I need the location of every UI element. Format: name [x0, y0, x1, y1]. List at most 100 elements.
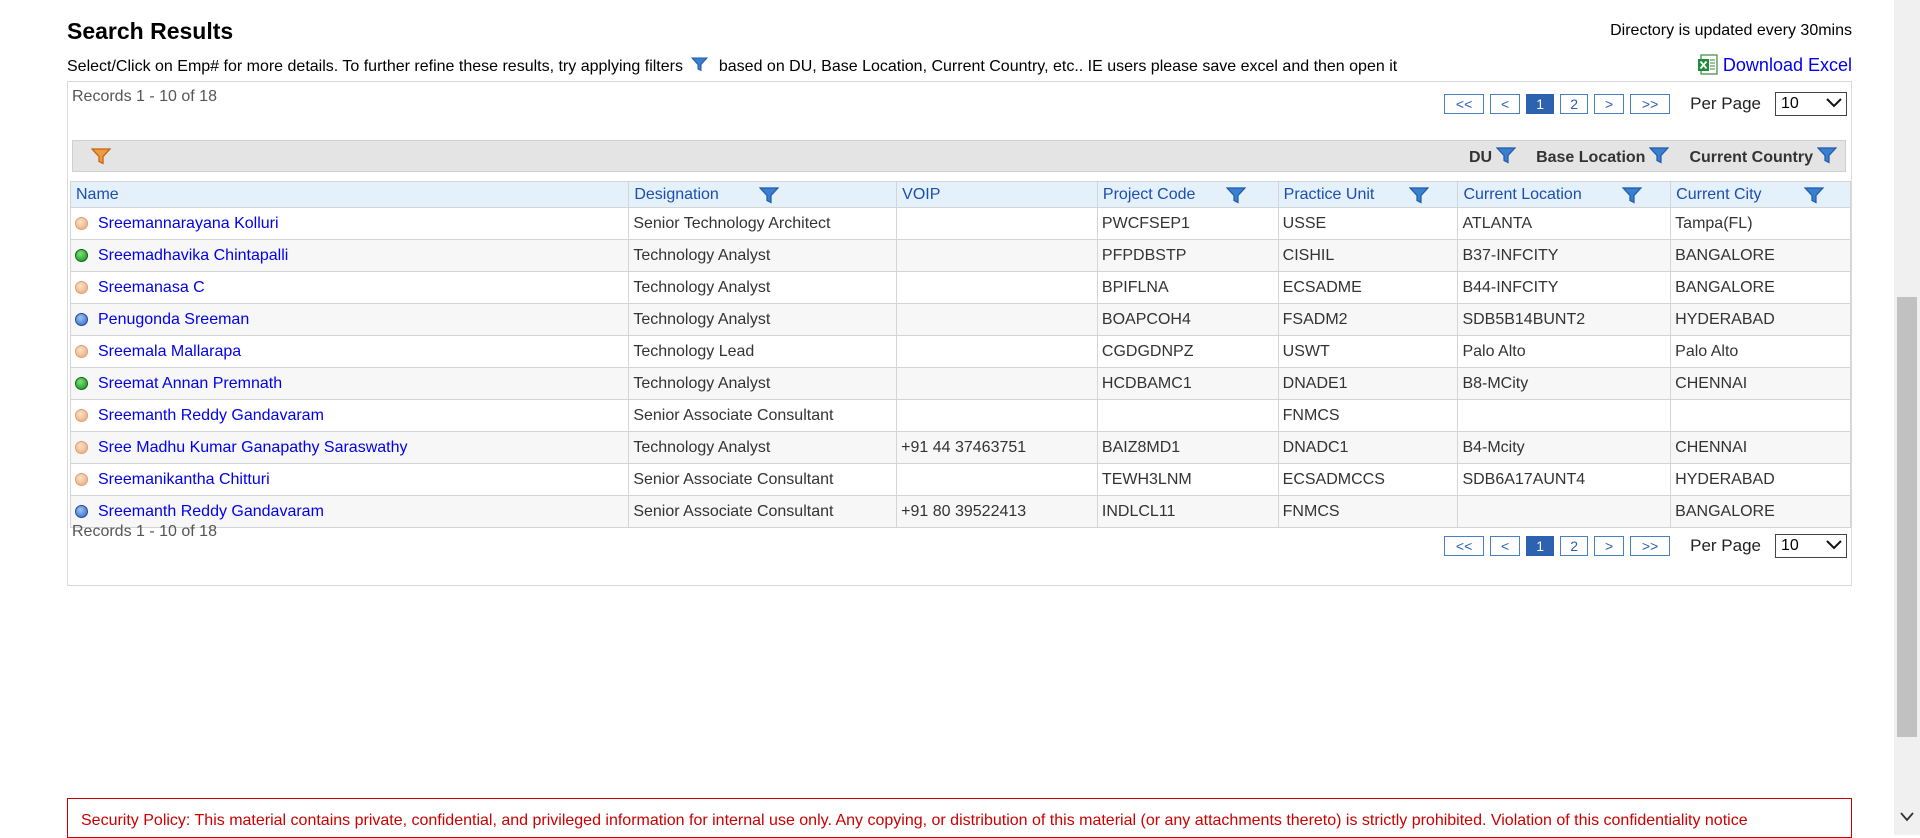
- current-city-cell: HYDERABAD: [1670, 463, 1851, 496]
- table-row: Sreemanikantha Chitturi Senior Associate …: [69, 463, 1851, 496]
- current-location-cell: [1457, 399, 1672, 432]
- employee-name-link[interactable]: Sreemanth Reddy Gandavaram: [98, 503, 324, 520]
- designation-cell: Senior Associate Consultant: [628, 463, 898, 496]
- project-code-cell: TEWH3LNM: [1096, 463, 1279, 496]
- filter-base-location-label: Base Location: [1536, 149, 1646, 166]
- voip-cell: [896, 367, 1098, 400]
- name-cell: Sreemanasa C: [69, 271, 630, 304]
- employee-name-link[interactable]: Sreemannarayana Kolluri: [98, 215, 279, 232]
- column-header-designation[interactable]: Designation: [628, 181, 898, 209]
- current-location-cell: B44-INFCITY: [1457, 271, 1672, 304]
- page-2-button[interactable]: 2: [1560, 536, 1589, 556]
- column-header-project-code[interactable]: Project Code: [1096, 181, 1279, 209]
- employee-name-link[interactable]: Sreemanasa C: [98, 279, 205, 296]
- practice-unit-cell: FNMCS: [1277, 399, 1459, 432]
- employee-name-link[interactable]: Sreemanikantha Chitturi: [98, 471, 270, 488]
- records-count-bottom: Records 1 - 10 of 18: [72, 523, 217, 540]
- filter-icon[interactable]: [1408, 187, 1430, 209]
- voip-cell: +91 80 39522413: [896, 495, 1098, 528]
- prev-page-button[interactable]: <: [1490, 536, 1521, 556]
- employee-name-link[interactable]: Penugonda Sreeman: [98, 311, 249, 328]
- table-row: Sreemanth Reddy Gandavaram Senior Associa…: [69, 495, 1851, 528]
- page-1-button[interactable]: 1: [1526, 536, 1555, 556]
- table-row: Sreemannarayana Kolluri Senior Technology…: [69, 207, 1851, 240]
- name-cell: Sreemanth Reddy Gandavaram: [69, 399, 630, 432]
- employee-name-link[interactable]: Sreemat Annan Premnath: [98, 375, 282, 392]
- column-header-label: VOIP: [902, 185, 941, 203]
- current-location-cell: [1457, 495, 1672, 528]
- results-table-body: Sreemannarayana Kolluri Senior Technology…: [69, 207, 1851, 528]
- records-count-top: Records 1 - 10 of 18: [72, 88, 217, 105]
- voip-cell: [896, 335, 1098, 368]
- current-city-cell: [1670, 399, 1851, 432]
- project-code-cell: PWCFSEP1: [1096, 207, 1279, 240]
- name-cell: Sree Madhu Kumar Ganapathy Saraswathy: [69, 431, 630, 464]
- per-page-select[interactable]: 10: [1775, 534, 1847, 558]
- per-page-select[interactable]: 10: [1775, 92, 1847, 116]
- presence-status-icon: [75, 312, 88, 326]
- table-row: Sreemat Annan Premnath Technology Analyst…: [69, 367, 1851, 400]
- designation-cell: Technology Analyst: [628, 303, 898, 336]
- filter-icon[interactable]: [758, 187, 780, 209]
- table-row: Sreemanasa C Technology Analyst BPIFLNA ECS…: [69, 271, 1851, 304]
- prev-page-button[interactable]: <: [1490, 94, 1521, 114]
- page-2-button[interactable]: 2: [1560, 94, 1589, 114]
- presence-status-icon: [75, 504, 88, 518]
- project-code-cell: HCDBAMC1: [1096, 367, 1279, 400]
- column-header-label: Name: [76, 185, 119, 203]
- page-1-button[interactable]: 1: [1526, 94, 1555, 114]
- column-header-label: Project Code: [1102, 185, 1196, 203]
- results-panel: Records 1 - 10 of 18 << < 1 2 > >> Per P…: [67, 81, 1852, 586]
- directory-updated-note: Directory is updated every 30mins: [1610, 22, 1852, 39]
- current-location-cell: SDB5B14BUNT2: [1457, 303, 1672, 336]
- next-page-button[interactable]: >: [1594, 536, 1625, 556]
- column-header-voip[interactable]: VOIP: [896, 181, 1098, 208]
- voip-cell: [896, 303, 1098, 336]
- table-row: Sreemadhavika Chintapalli Technology Anal…: [69, 239, 1851, 272]
- scrollbar-thumb[interactable]: [1897, 297, 1917, 737]
- filter-base-location[interactable]: Base Location: [1536, 147, 1670, 169]
- column-header-name[interactable]: Name: [69, 181, 630, 208]
- filter-bar: DU Base Location Current Country: [72, 140, 1846, 172]
- project-code-cell: PFPDBSTP: [1096, 239, 1279, 272]
- voip-cell: [896, 207, 1098, 240]
- column-header-current-location[interactable]: Current Location: [1457, 181, 1672, 209]
- next-page-button[interactable]: >: [1594, 94, 1625, 114]
- download-excel-button[interactable]: Download Excel: [1697, 54, 1852, 76]
- designation-cell: Technology Analyst: [628, 271, 898, 304]
- table-row: Penugonda Sreeman Technology Analyst BOAPC…: [69, 303, 1851, 336]
- current-location-cell: Palo Alto: [1457, 335, 1672, 368]
- employee-name-link[interactable]: Sreemadhavika Chintapalli: [98, 247, 288, 264]
- presence-status-icon: [75, 472, 88, 486]
- practice-unit-cell: USWT: [1277, 335, 1459, 368]
- voip-cell: [896, 463, 1098, 496]
- filter-current-country-label: Current Country: [1689, 149, 1813, 166]
- designation-cell: Senior Technology Architect: [628, 207, 898, 240]
- column-header-label: Designation: [634, 185, 719, 203]
- pagination-top: << < 1 2 > >> Per Page 10: [1438, 92, 1847, 116]
- employee-name-link[interactable]: Sreemala Mallarapa: [98, 343, 241, 360]
- filter-icon[interactable]: [1225, 187, 1247, 209]
- filter-du[interactable]: DU: [1469, 147, 1517, 169]
- filter-icon[interactable]: [1803, 187, 1825, 209]
- filter-icon[interactable]: [90, 148, 112, 170]
- name-cell: Sreemannarayana Kolluri: [69, 207, 630, 240]
- current-city-cell: Tampa(FL): [1670, 207, 1851, 240]
- last-page-button[interactable]: >>: [1630, 94, 1671, 114]
- last-page-button[interactable]: >>: [1630, 536, 1671, 556]
- first-page-button[interactable]: <<: [1444, 536, 1485, 556]
- voip-cell: [896, 271, 1098, 304]
- vertical-scrollbar[interactable]: [1894, 0, 1920, 835]
- column-header-current-city[interactable]: Current City: [1670, 181, 1851, 209]
- column-header-practice-unit[interactable]: Practice Unit: [1277, 181, 1459, 209]
- chevron-down-icon[interactable]: [1900, 809, 1914, 827]
- table-header-row: Name Designation VOIP Project Code Pract…: [69, 181, 1851, 209]
- employee-name-link[interactable]: Sreemanth Reddy Gandavaram: [98, 407, 324, 424]
- filter-current-country[interactable]: Current Country: [1689, 147, 1838, 169]
- current-location-cell: SDB6A17AUNT4: [1457, 463, 1672, 496]
- filter-icon[interactable]: [1622, 187, 1643, 209]
- current-city-cell: BANGALORE: [1670, 239, 1851, 272]
- first-page-button[interactable]: <<: [1444, 94, 1485, 114]
- employee-name-link[interactable]: Sree Madhu Kumar Ganapathy Saraswathy: [98, 439, 408, 456]
- results-table: Name Designation VOIP Project Code Pract…: [69, 181, 1851, 528]
